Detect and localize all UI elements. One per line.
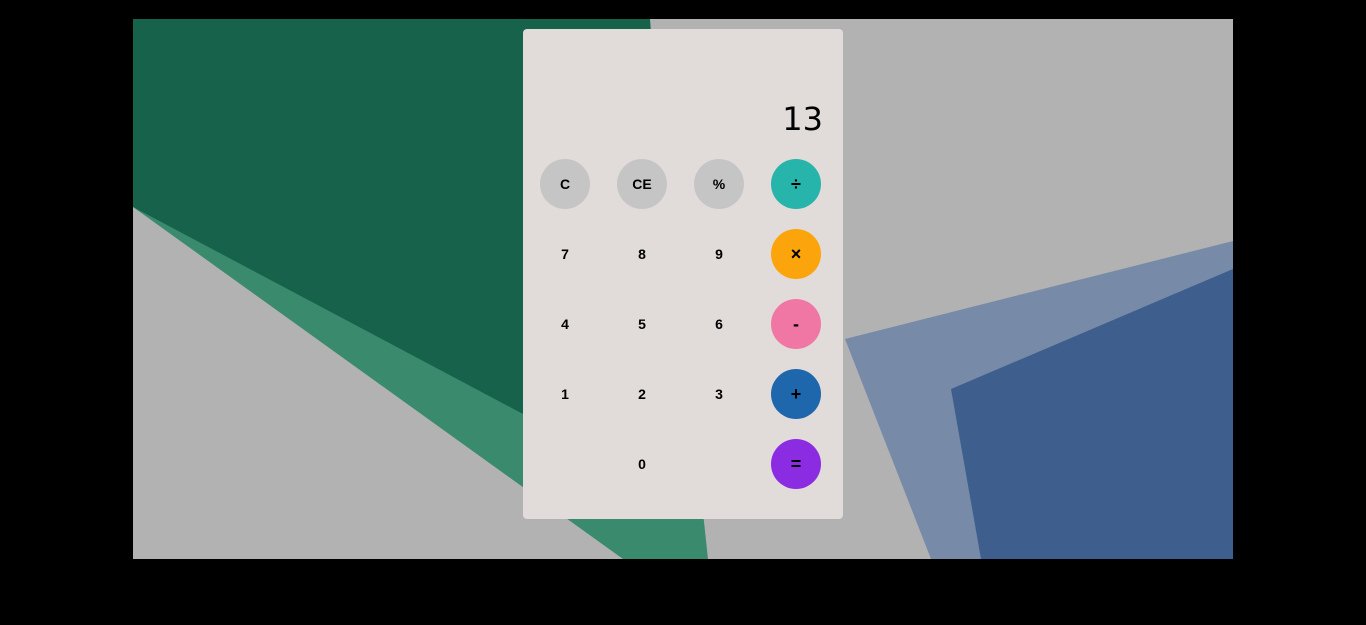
- digit-1-button[interactable]: 1: [540, 369, 590, 419]
- digit-3-button[interactable]: 3: [694, 369, 744, 419]
- digit-9-button[interactable]: 9: [694, 229, 744, 279]
- digit-2-button[interactable]: 2: [617, 369, 667, 419]
- calculator-panel: 13 C CE % ÷ 7 8 9 × 4 5 6 - 1 2 3 + 0 =: [523, 29, 843, 519]
- digit-8-button[interactable]: 8: [617, 229, 667, 279]
- digit-5-button[interactable]: 5: [617, 299, 667, 349]
- multiply-button[interactable]: ×: [771, 229, 821, 279]
- minus-button[interactable]: -: [771, 299, 821, 349]
- percent-button[interactable]: %: [694, 159, 744, 209]
- digit-6-button[interactable]: 6: [694, 299, 744, 349]
- calculator-display: 13: [782, 100, 823, 138]
- plus-button[interactable]: +: [771, 369, 821, 419]
- divide-button[interactable]: ÷: [771, 159, 821, 209]
- digit-7-button[interactable]: 7: [540, 229, 590, 279]
- clear-entry-button[interactable]: CE: [617, 159, 667, 209]
- wallpaper-background: 13 C CE % ÷ 7 8 9 × 4 5 6 - 1 2 3 + 0 =: [133, 19, 1233, 559]
- equals-button[interactable]: =: [771, 439, 821, 489]
- digit-4-button[interactable]: 4: [540, 299, 590, 349]
- digit-0-button[interactable]: 0: [617, 439, 667, 489]
- clear-button[interactable]: C: [540, 159, 590, 209]
